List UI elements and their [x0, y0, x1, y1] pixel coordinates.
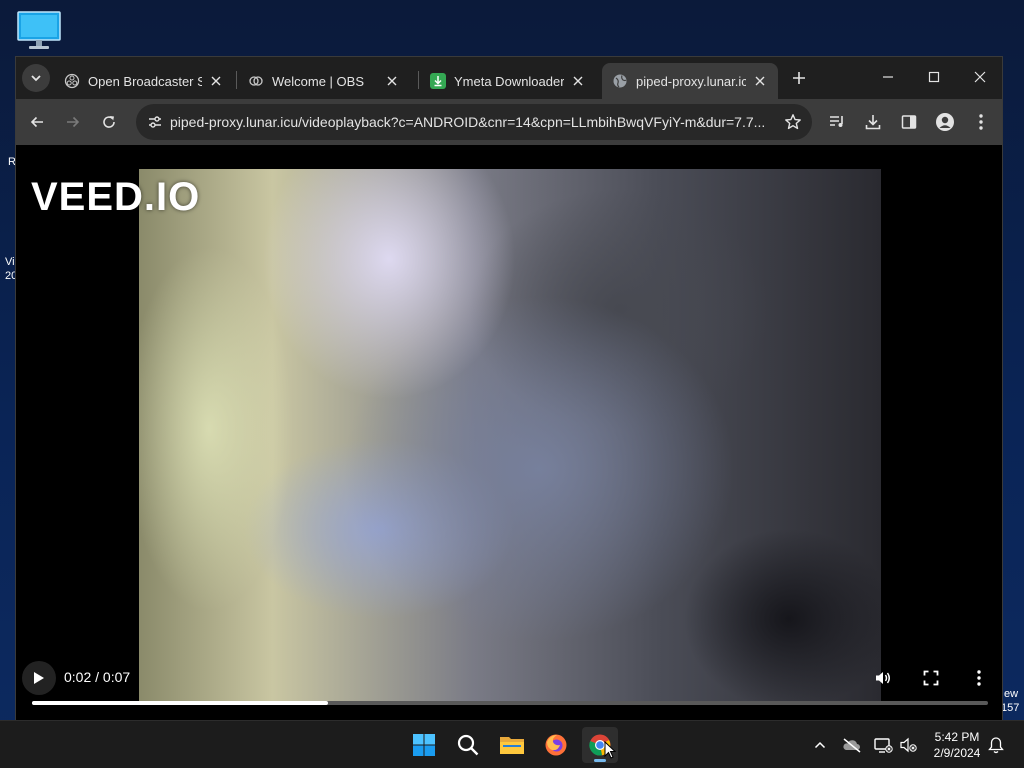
tab-welcome-obs[interactable]: Welcome | OBS — [238, 63, 410, 99]
monitor-icon — [17, 11, 61, 49]
folder-icon — [500, 737, 524, 754]
browser-window: Open Broadcaster So Welcome | OBS Ymeta … — [15, 56, 1003, 721]
arrow-left-icon — [30, 116, 43, 128]
side-panel-button[interactable] — [896, 109, 922, 135]
tab-title: Open Broadcaster So — [88, 73, 202, 89]
downloads-button[interactable] — [860, 109, 886, 135]
close-tab-icon[interactable] — [208, 73, 224, 89]
volume-tray-icon[interactable] — [899, 735, 919, 755]
seek-bar-progress — [32, 701, 329, 705]
fullscreen-button[interactable] — [918, 665, 944, 691]
media-queue-icon — [830, 116, 843, 127]
close-icon — [974, 71, 986, 83]
show-hidden-icons-button[interactable] — [810, 735, 830, 755]
video-frame[interactable] — [139, 169, 881, 701]
search-icon — [457, 734, 479, 756]
profile-avatar-icon — [936, 113, 954, 131]
taskbar-clock[interactable]: 5:42 PM 2/9/2024 — [925, 729, 989, 761]
volume-icon — [876, 672, 890, 684]
firefox-button[interactable] — [538, 727, 574, 763]
background-text-fragment: Vi — [5, 256, 15, 268]
tab-search-button[interactable] — [22, 64, 50, 92]
minimize-button[interactable] — [865, 57, 911, 97]
watermark-text: VEED.IO — [31, 175, 201, 219]
network-tray-icon[interactable] — [873, 735, 893, 755]
bell-icon — [988, 737, 1004, 754]
more-vertical-icon — [977, 670, 981, 686]
plus-icon — [793, 72, 805, 84]
clock-time: 5:42 PM — [934, 730, 980, 744]
firefox-icon — [545, 734, 567, 756]
cloud-offline-icon — [843, 738, 861, 753]
bookmark-star-icon[interactable] — [784, 113, 802, 136]
obs-icon — [64, 73, 80, 89]
this-pc-desktop-icon[interactable] — [16, 10, 62, 52]
back-button[interactable] — [24, 109, 50, 135]
more-vertical-icon — [979, 114, 983, 130]
close-window-button[interactable] — [957, 57, 1003, 97]
fullscreen-icon — [923, 670, 939, 686]
maximize-icon — [928, 71, 940, 83]
media-controls-button[interactable] — [824, 109, 850, 135]
tab-separator — [236, 71, 237, 89]
tab-title: piped-proxy.lunar.icu — [636, 73, 746, 89]
chevron-down-icon — [31, 75, 41, 82]
active-app-indicator — [594, 759, 606, 762]
download-icon — [865, 115, 881, 130]
seek-bar[interactable] — [32, 701, 988, 705]
playback-time: 0:02 / 0:07 — [64, 669, 131, 685]
play-button[interactable] — [22, 661, 56, 695]
url-text[interactable]: piped-proxy.lunar.icu/videoplayback?c=AN… — [170, 114, 774, 130]
profile-button[interactable] — [932, 109, 958, 135]
tab-strip: Open Broadcaster So Welcome | OBS Ymeta … — [16, 57, 1002, 99]
chevron-up-icon — [814, 741, 826, 749]
obs-icon — [248, 73, 264, 89]
background-text-fragment: 157 — [1001, 702, 1020, 714]
volume-muted-icon — [900, 737, 917, 753]
close-tab-icon[interactable] — [570, 73, 586, 89]
tab-title: Welcome | OBS — [272, 73, 364, 89]
video-player[interactable]: VEED.IO 0:02 / 0:07 — [16, 145, 1002, 721]
maximize-button[interactable] — [911, 57, 957, 97]
reload-button[interactable] — [96, 109, 122, 135]
tab-title: Ymeta Downloader – — [454, 73, 564, 89]
search-button[interactable] — [450, 727, 486, 763]
network-disconnected-icon — [874, 738, 893, 753]
address-bar[interactable]: piped-proxy.lunar.icu/videoplayback?c=AN… — [136, 104, 812, 140]
browser-toolbar: piped-proxy.lunar.icu/videoplayback?c=AN… — [16, 99, 1002, 145]
tab-open-broadcaster[interactable]: Open Broadcaster So — [54, 63, 234, 99]
download-icon — [430, 73, 446, 89]
windows-logo-icon — [413, 734, 435, 756]
forward-button[interactable] — [60, 109, 86, 135]
start-button[interactable] — [406, 727, 442, 763]
onedrive-tray-icon[interactable] — [842, 735, 862, 755]
site-settings-icon[interactable] — [140, 114, 170, 130]
tab-piped-proxy[interactable]: piped-proxy.lunar.icu — [602, 63, 778, 99]
arrow-right-icon — [67, 116, 80, 128]
video-options-button[interactable] — [966, 665, 992, 691]
mouse-cursor-icon — [604, 741, 616, 759]
globe-icon — [612, 73, 628, 89]
play-icon — [34, 672, 44, 684]
reload-icon — [103, 116, 115, 128]
file-explorer-button[interactable] — [494, 727, 530, 763]
clock-date: 2/9/2024 — [933, 746, 981, 760]
tab-separator — [418, 71, 419, 89]
notifications-button[interactable] — [986, 735, 1006, 755]
browser-menu-button[interactable] — [968, 109, 994, 135]
side-panel-icon — [901, 115, 917, 129]
minimize-icon — [883, 76, 893, 78]
taskbar: 5:42 PM 2/9/2024 — [0, 720, 1024, 768]
tab-ymeta-downloader[interactable]: Ymeta Downloader – — [420, 63, 596, 99]
volume-button[interactable] — [870, 665, 896, 691]
close-tab-icon[interactable] — [752, 73, 768, 89]
background-text-fragment: ew — [1004, 688, 1019, 700]
new-tab-button[interactable] — [788, 67, 810, 89]
close-tab-icon[interactable] — [384, 73, 400, 89]
